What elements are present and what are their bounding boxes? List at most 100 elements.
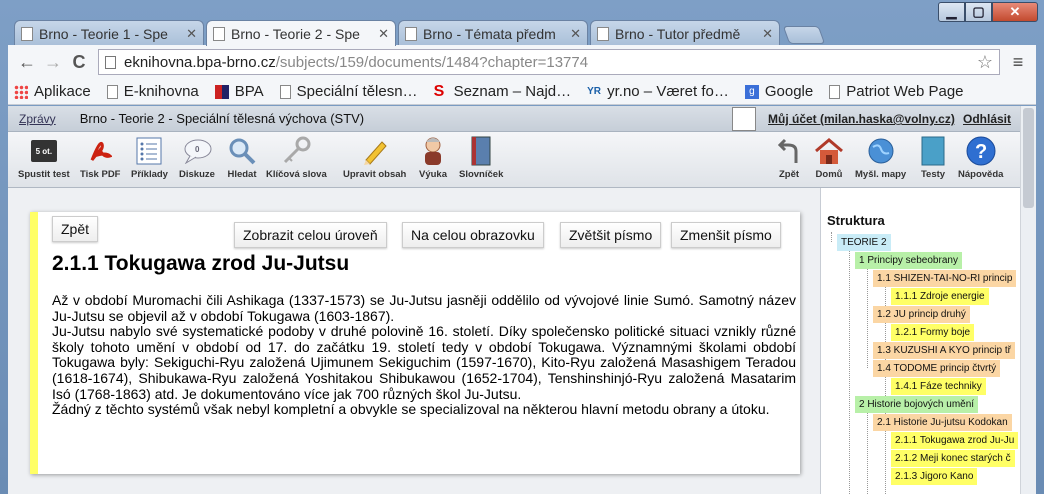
back-arrow-icon [774, 136, 804, 166]
page-icon [829, 84, 841, 99]
paragraph: Až v období Muromachi čili Ashikaga (133… [52, 292, 796, 324]
tree-node[interactable]: 2.1.2 Meji konec starých č [891, 450, 1015, 467]
tree-node[interactable]: 1 Principy sebeobrany [855, 252, 962, 269]
bookmark-label: Google [764, 83, 814, 100]
home-button[interactable]: Domů [814, 136, 844, 180]
tab-close-icon[interactable]: ✕ [762, 26, 773, 42]
print-pdf-button[interactable]: Tisk PDF [80, 136, 120, 180]
bookmark-specialni[interactable]: Speciální tělesn… [279, 83, 418, 100]
sidebar-title: Struktura [827, 213, 885, 228]
minimize-button[interactable]: ▁ [938, 2, 965, 22]
book-icon [466, 136, 496, 166]
messages-link[interactable]: Zprávy [19, 112, 56, 126]
tests-button[interactable]: Testy [918, 136, 948, 180]
tree-node[interactable]: 1.2 JU princip druhý [873, 306, 970, 323]
page-favicon-icon [597, 26, 609, 41]
tab-temata[interactable]: Brno - Témata předm ✕ [398, 20, 588, 46]
web-page: Zprávy Brno - Teorie 2 - Speciální těles… [8, 106, 1020, 494]
tree-node[interactable]: 2 Historie bojových umění [855, 396, 979, 413]
tree-node[interactable]: TEORIE 2 [837, 234, 891, 251]
menu-icon[interactable]: ≡ [1006, 52, 1030, 73]
bookmark-seznam[interactable]: S Seznam – Najd… [434, 83, 572, 100]
url-host: eknihovna.bpa-brno.cz [124, 53, 276, 71]
help-button[interactable]: ? Nápověda [958, 136, 1003, 180]
bookmark-yr[interactable]: YR yr.no – Været fo… [587, 83, 729, 100]
show-level-button[interactable]: Zobrazit celou úroveň [234, 222, 387, 248]
tab-teorie-2[interactable]: Brno - Teorie 2 - Spe ✕ [206, 20, 396, 46]
run-test-button[interactable]: 5 ot. Spustit test [18, 136, 70, 180]
tab-tutor[interactable]: Brno - Tutor předmě ✕ [590, 20, 780, 46]
pdf-icon [85, 136, 115, 166]
tree-node[interactable]: 1.3 KUZUSHI A KYO princip tř [873, 342, 1015, 359]
logout-link[interactable]: Odhlásit [963, 112, 1011, 126]
tab-close-icon[interactable]: ✕ [570, 26, 581, 42]
back-button[interactable]: Zpět [774, 136, 804, 180]
bookmark-star-icon[interactable]: ☆ [977, 52, 993, 73]
ribbon-label: Spustit test [18, 169, 70, 180]
teaching-button[interactable]: Výuka [418, 136, 448, 180]
tree-node[interactable]: 2.1 Historie Ju-jutsu Kodokan [873, 414, 1012, 431]
address-bar[interactable]: eknihovna.bpa-brno.cz /subjects/159/docu… [98, 49, 1000, 75]
teacher-icon [418, 136, 448, 166]
mind-maps-button[interactable]: Myšl. mapy [855, 136, 906, 180]
magnifier-icon [227, 136, 257, 166]
avatar [732, 107, 756, 131]
tree-node[interactable]: 1.1 SHIZEN-TAI-NO-RI princip [873, 270, 1017, 287]
close-window-button[interactable]: ✕ [992, 2, 1038, 22]
page-favicon-icon [213, 26, 225, 41]
bookmark-patriot[interactable]: Patriot Web Page [829, 83, 964, 100]
tree-node[interactable]: 1.1.1 Zdroje energie [891, 288, 989, 305]
bookmark-bpa[interactable]: BPA [214, 83, 264, 100]
bookmark-google[interactable]: g Google [744, 83, 814, 100]
apps-grid-icon [14, 84, 28, 99]
keywords-button[interactable]: Klíčová slova [266, 136, 327, 180]
tab-title: Brno - Teorie 1 - Spe [39, 25, 168, 42]
page-icon [105, 55, 116, 69]
decrease-font-button[interactable]: Zmenšit písmo [671, 222, 781, 248]
maximize-button[interactable]: ▢ [965, 2, 992, 22]
ribbon-label: Diskuze [179, 169, 215, 180]
tab-title: Brno - Témata předm [423, 25, 556, 42]
page-favicon-icon [21, 26, 33, 41]
fullscreen-button[interactable]: Na celou obrazovku [402, 222, 544, 248]
back-content-button[interactable]: Zpět [52, 216, 99, 242]
new-tab-button[interactable] [782, 26, 826, 44]
content-area: Zpět Zobrazit celou úroveň Na celou obra… [8, 188, 820, 494]
key-icon [281, 136, 311, 166]
svg-text:0: 0 [195, 145, 200, 154]
page-scrollbar[interactable] [1020, 106, 1036, 494]
bookmark-e-knihovna[interactable]: E-knihovna [106, 83, 199, 100]
scrollbar-thumb[interactable] [1023, 108, 1034, 208]
tab-close-icon[interactable]: ✕ [186, 26, 197, 42]
edit-content-button[interactable]: Upravit obsah [343, 136, 406, 180]
ribbon-label: Testy [920, 169, 946, 180]
tree-node[interactable]: 2.1.1 Tokugawa zrod Ju-Ju [891, 432, 1019, 449]
tree-node[interactable]: 1.4.1 Fáze techniky [891, 378, 986, 395]
tab-strip: Brno - Teorie 1 - Spe ✕ Brno - Teorie 2 … [14, 20, 826, 46]
tree-node[interactable]: 1.2.1 Formy boje [891, 324, 975, 341]
back-arrow-icon[interactable]: ← [14, 52, 40, 73]
reload-icon[interactable]: C [66, 52, 92, 73]
page-icon [106, 84, 118, 99]
ribbon-label: Myšl. mapy [855, 169, 907, 180]
tree-node[interactable]: 2.1.3 Jigoro Kano [891, 468, 978, 485]
svg-text:?: ? [975, 141, 987, 163]
tree-node[interactable]: 1.4 TODOME princip čtvrtý [873, 360, 1001, 377]
chapter-heading: 2.1.1 Tokugawa zrod Ju-Jutsu [52, 252, 350, 275]
account-link[interactable]: Můj účet (milan.haska@volny.cz) [768, 112, 955, 126]
paragraph: Žádný z těchto systémů však nebyl komple… [52, 401, 770, 418]
tab-teorie-1[interactable]: Brno - Teorie 1 - Spe ✕ [14, 20, 204, 46]
ribbon-label: Klíčová slova [266, 169, 327, 180]
tab-close-icon[interactable]: ✕ [378, 26, 389, 42]
increase-font-button[interactable]: Zvětšit písmo [560, 222, 662, 248]
bookmark-aplikace[interactable]: Aplikace [14, 83, 91, 100]
browser-window: ▁ ▢ ✕ Brno - Teorie 1 - Spe ✕ Brno - Teo… [0, 0, 1044, 494]
discussion-button[interactable]: 0 Diskuze [179, 136, 215, 180]
tree-line [867, 412, 868, 494]
glossary-button[interactable]: Slovníček [459, 136, 503, 180]
bookmark-label: Seznam – Najd… [453, 83, 572, 100]
forward-arrow-icon[interactable]: → [40, 52, 66, 73]
google-logo-icon: g [744, 84, 759, 99]
examples-button[interactable]: Příklady [131, 136, 168, 180]
search-button[interactable]: Hledat [227, 136, 257, 180]
